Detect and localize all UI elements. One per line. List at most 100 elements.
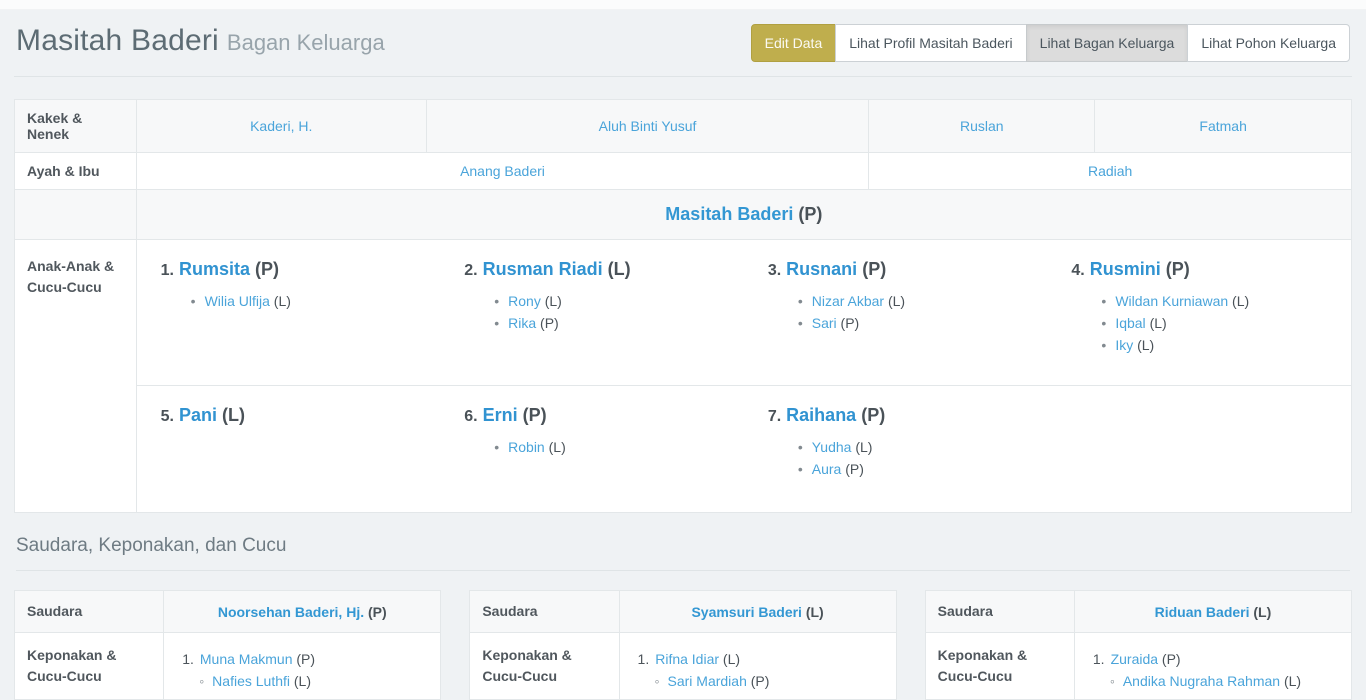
parents-row: Ayah & Ibu Anang Baderi Radiah [15, 153, 1352, 190]
child-block-5: 5.Pani (L) [137, 403, 441, 498]
nephews-row: Keponakan & Cucu-Cucu 1.Muna Makmun (P) … [15, 633, 441, 700]
list-item: •Wilia Ulfija (L) [191, 294, 431, 309]
sibling-name-cell: Syamsuri Baderi (L) [619, 591, 896, 633]
grandchild-link[interactable]: Iky [1115, 337, 1133, 353]
bullet-icon: • [798, 439, 803, 455]
bullet-icon: • [494, 293, 499, 309]
gender-tag: (P) [861, 405, 885, 425]
page-title-block: Masitah BaderiBagan Keluarga [16, 22, 385, 64]
child-block-3: 3.Rusnani (P) •Nizar Akbar (L) •Sari (P) [744, 257, 1048, 375]
child-header: 5.Pani (L) [161, 403, 431, 429]
gender-tag: (P) [255, 259, 279, 279]
list-item: 1.Muna Makmun (P) ◦Nafies Luthfi (L) [182, 651, 428, 689]
view-tree-button[interactable]: Lihat Pohon Keluarga [1187, 24, 1350, 62]
grandchild-link[interactable]: Rony [508, 293, 541, 309]
grandparent-link-0[interactable]: Kaderi, H. [250, 118, 312, 134]
child-number: 6. [464, 408, 477, 425]
gender-tag: (L) [545, 293, 562, 309]
child-block-1: 1.Rumsita (P) •Wilia Ulfija (L) [137, 257, 441, 375]
nephews-cell: 1.Zuraida (P) ◦Andika Nugraha Rahman (L) [1074, 633, 1351, 700]
list-item: •Wildan Kurniawan (L) [1101, 294, 1341, 309]
nephew-list: 1.Zuraida (P) ◦Andika Nugraha Rahman (L) [1087, 651, 1339, 689]
edit-data-button[interactable]: Edit Data [751, 24, 837, 62]
circle-bullet-icon: ◦ [199, 673, 204, 689]
list-item: •Nizar Akbar (L) [798, 294, 1038, 309]
nephews-row: Keponakan & Cucu-Cucu 1.Zuraida (P) ◦And… [925, 633, 1351, 700]
child-block-empty [1047, 403, 1351, 498]
grandnephew-list: ◦Sari Mardiah (P) [638, 673, 884, 689]
sibling-name-cell: Riduan Baderi (L) [1074, 591, 1351, 633]
item-number: 1. [1093, 651, 1105, 667]
gender-tag: (P) [296, 651, 315, 667]
grandchild-link[interactable]: Aura [812, 461, 842, 477]
grandnephew-link[interactable]: Sari Mardiah [668, 673, 747, 689]
grandchild-link[interactable]: Iqbal [1115, 315, 1145, 331]
list-item: 1.Rifna Idiar (L) ◦Sari Mardiah (P) [638, 651, 884, 689]
list-item: •Sari (P) [798, 316, 1038, 331]
gender-tag: (L) [549, 439, 566, 455]
children-grid-row-2: 5. Pani (L) 6. Erni (P) • Robin (L) [137, 386, 1351, 512]
mother-link[interactable]: Radiah [1088, 163, 1132, 179]
child-name-link[interactable]: Pani [179, 405, 217, 425]
sibling-name-link[interactable]: Riduan Baderi [1155, 604, 1250, 620]
sibling-card-3: Saudara Riduan Baderi (L) Keponakan & Cu… [925, 590, 1352, 700]
grandparent-cell: Ruslan [869, 100, 1095, 153]
gender-tag: (L) [855, 439, 872, 455]
circle-bullet-icon: ◦ [1110, 673, 1115, 689]
bullet-icon: • [1101, 293, 1106, 309]
nephews-label: Keponakan & Cucu-Cucu [15, 633, 164, 700]
father-cell: Anang Baderi [136, 153, 869, 190]
child-number: 2. [464, 262, 477, 279]
bullet-icon: • [494, 315, 499, 331]
children-label: Anak-Anak & Cucu-Cucu [15, 240, 137, 513]
nephews-label: Keponakan & Cucu-Cucu [925, 633, 1074, 700]
grandchild-link[interactable]: Sari [812, 315, 837, 331]
self-name-link[interactable]: Masitah Baderi [665, 204, 793, 224]
page-header: Masitah BaderiBagan Keluarga Edit Data L… [14, 10, 1352, 77]
child-block-2: 2.Rusman Riadi (L) •Rony (L) •Rika (P) [440, 257, 744, 375]
child-name-link[interactable]: Rusnani [786, 259, 857, 279]
sibling-name-link[interactable]: Syamsuri Baderi [691, 604, 802, 620]
sibling-card-1: Saudara Noorsehan Baderi, Hj. (P) Kepona… [14, 590, 441, 700]
nephew-link[interactable]: Zuraida [1111, 651, 1158, 667]
child-header: 7.Raihana (P) [768, 403, 1038, 429]
list-item: ◦Andika Nugraha Rahman (L) [1110, 673, 1339, 689]
nephews-label: Keponakan & Cucu-Cucu [470, 633, 619, 700]
child-name-link[interactable]: Rusmini [1090, 259, 1161, 279]
grandchild-link[interactable]: Wildan Kurniawan [1115, 293, 1228, 309]
bullet-icon: • [494, 439, 499, 455]
grandparent-link-2[interactable]: Ruslan [960, 118, 1004, 134]
parents-label: Ayah & Ibu [15, 153, 137, 190]
list-item: • Yudha (L) [798, 440, 1038, 455]
list-item: • Rony (L) [494, 294, 734, 309]
child-block-7: 7.Raihana (P) • Yudha (L) • Aura (P) [744, 403, 1048, 498]
gender-tag: (P) [368, 604, 387, 620]
view-profile-button[interactable]: Lihat Profil Masitah Baderi [835, 24, 1026, 62]
child-name-link[interactable]: Rusman Riadi [483, 259, 603, 279]
child-name-link[interactable]: Erni [483, 405, 518, 425]
child-name-link[interactable]: Raihana [786, 405, 856, 425]
child-number: 5. [161, 408, 174, 425]
father-link[interactable]: Anang Baderi [460, 163, 545, 179]
child-header: 6.Erni (P) [464, 403, 734, 429]
grandnephew-link[interactable]: Nafies Luthfi [212, 673, 290, 689]
gender-tag: (P) [798, 204, 822, 224]
grandparent-link-3[interactable]: Fatmah [1199, 118, 1246, 134]
sibling-name-link[interactable]: Noorsehan Baderi, Hj. [218, 604, 364, 620]
view-chart-button[interactable]: Lihat Bagan Keluarga [1026, 24, 1189, 62]
sibling-name-row: Saudara Noorsehan Baderi, Hj. (P) [15, 591, 441, 633]
nephew-link[interactable]: Muna Makmun [200, 651, 293, 667]
child-name-link[interactable]: Rumsita [179, 259, 250, 279]
grandchild-link[interactable]: Nizar Akbar [812, 293, 884, 309]
grandnephew-link[interactable]: Andika Nugraha Rahman [1123, 673, 1280, 689]
page-subtitle: Bagan Keluarga [227, 30, 385, 55]
gender-tag: (L) [1253, 604, 1271, 620]
grandchild-link[interactable]: Yudha [812, 439, 852, 455]
grandchildren-list: •Nizar Akbar (L) •Sari (P) [768, 294, 1038, 331]
gender-tag: (L) [274, 293, 291, 309]
grandchild-link[interactable]: Wilia Ulfija [205, 293, 270, 309]
grandchild-link[interactable]: Robin [508, 439, 545, 455]
nephew-link[interactable]: Rifna Idiar [655, 651, 719, 667]
grandparent-link-1[interactable]: Aluh Binti Yusuf [599, 118, 697, 134]
grandchild-link[interactable]: Rika [508, 315, 536, 331]
